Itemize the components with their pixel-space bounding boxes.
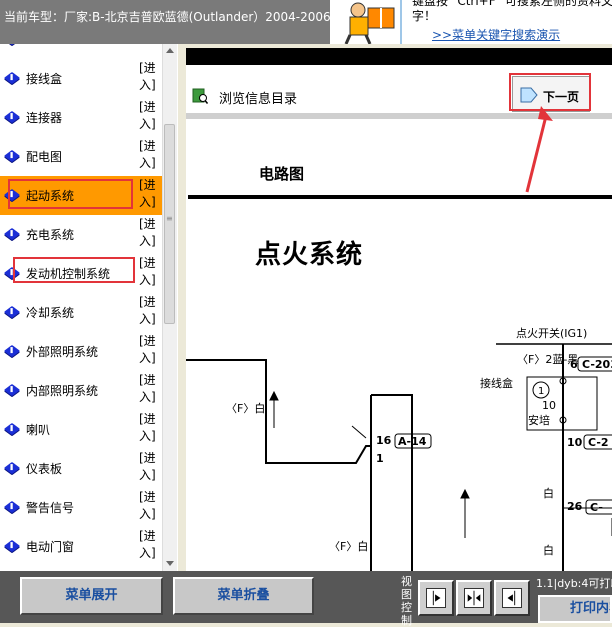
scrollbar-thumb[interactable] xyxy=(164,124,175,324)
menu-diamond-icon xyxy=(3,539,21,553)
view-split-icon xyxy=(464,588,484,608)
sidebar-item-label: 连接器 xyxy=(26,111,63,125)
sidebar-item-enter-link[interactable]: [进 入] xyxy=(139,411,161,445)
sidebar-item-label: 接线盒 xyxy=(26,72,63,86)
sidebar-item-label: 外部照明系统 xyxy=(26,345,99,359)
wiring-diagram: 点火开关(IG1) 〈F〉2蓝-黑 6 C-203 接线盒 1 10 安培 10… xyxy=(186,326,612,571)
sidebar-item-label: 警告信号 xyxy=(26,501,75,515)
sidebar-item-enter-link[interactable]: [进 入] xyxy=(139,216,161,250)
sidebar-item-enter-link[interactable]: [进 入] xyxy=(139,255,161,289)
highlight-box xyxy=(8,179,133,209)
current-car-title: 当前车型：厂家:B-北京吉普欧蓝德(Outlander）2004-2006 xyxy=(4,10,330,24)
sidebar-item-enter-link[interactable]: [进 入] xyxy=(139,138,161,172)
view-left-icon xyxy=(426,588,446,608)
sidebar-item-label: 内部照明系统 xyxy=(26,384,99,398)
document-viewer: 浏览信息目录 下一页 电路图 点火系统 点火开关(IG1) 〈F〉2蓝-黑 6 … xyxy=(186,48,612,571)
sidebar-item-enter-link[interactable]: [进 入] xyxy=(139,372,161,406)
sidebar-item-label: 仪表板 xyxy=(26,462,63,476)
label-pin-1: 1 xyxy=(376,452,384,465)
label-fuse-unit: 安培 xyxy=(528,413,550,427)
sidebar-item-enter-link[interactable]: [进 入] xyxy=(139,489,161,523)
menu-diamond-icon xyxy=(3,461,21,475)
label-pin-16: 16 xyxy=(376,434,392,447)
menu-diamond-icon xyxy=(3,422,21,436)
menu-expand-button[interactable]: 菜单展开 xyxy=(20,577,163,615)
sidebar-item[interactable]: 冷却系统 [进 入] xyxy=(0,293,162,332)
sidebar-item-enter-link[interactable]: [进 入] xyxy=(139,294,161,328)
view-split-button[interactable] xyxy=(456,580,492,616)
menu-collapse-button[interactable]: 菜单折叠 xyxy=(173,577,314,615)
sidebar-item[interactable]: 内部照明系统 [进 入] xyxy=(0,371,162,410)
label-fuse-num: 1 xyxy=(538,386,544,397)
menu-diamond-icon xyxy=(3,344,21,358)
view-right-icon xyxy=(502,588,522,608)
scroll-up-icon[interactable] xyxy=(164,46,176,54)
sidebar-item-label: 冷却系统 xyxy=(26,306,75,320)
sidebar-scrollbar[interactable]: ≡ xyxy=(162,44,177,571)
menu-diamond-icon xyxy=(3,227,21,241)
sidebar-item-label: 电动门窗 xyxy=(26,540,75,554)
sidebar-item-enter-link[interactable]: [进 入] xyxy=(139,528,161,562)
sidebar-item-label: 充电系统 xyxy=(26,228,75,242)
menu-sidebar: 接线盒 [进 入] 连接器 [进 入] 配电图 [进 入] 起动系统 [进 入] 充电系统 [进 入] 发动机… xyxy=(0,44,178,571)
scroll-down-icon[interactable] xyxy=(164,560,176,568)
sidebar-item[interactable]: 电动门窗 [进 入] xyxy=(0,527,162,566)
label-conn-a14: A-14 xyxy=(398,435,427,448)
sidebar-item-label: 喇叭 xyxy=(26,423,51,437)
menu-diamond-icon xyxy=(3,71,21,85)
sidebar-item[interactable]: 连接器 [进 入] xyxy=(0,98,162,137)
print-content-button[interactable]: 打印内容 xyxy=(538,595,612,623)
label-conn-c: C- xyxy=(590,501,603,514)
status-text: 1.1|dyb:4可打印 xyxy=(536,577,612,590)
view-left-button[interactable] xyxy=(418,580,454,616)
view-right-button[interactable] xyxy=(494,580,530,616)
label-conn-c2: C-2 xyxy=(588,436,609,449)
sidebar-item[interactable]: 充电系统 [进 入] xyxy=(0,215,162,254)
highlight-box xyxy=(13,257,135,283)
sidebar-item[interactable]: 警告信号 [进 入] xyxy=(0,488,162,527)
sidebar-item-label: 配电图 xyxy=(26,150,63,164)
search-demo-link[interactable]: >>菜单关键字搜索演示 xyxy=(432,26,560,43)
label-white: 白 xyxy=(543,486,554,500)
label-pin-26: 26 xyxy=(567,500,583,513)
sidebar-item-enter-link[interactable]: [进 入] xyxy=(139,60,161,94)
sidebar-item-enter-link[interactable]: [进 入] xyxy=(139,99,161,133)
bottom-bar: 菜单展开 菜单折叠 视图控制 1.1|dyb:4可打印 打印内容 xyxy=(0,571,612,627)
scrollbar-grip-icon: ≡ xyxy=(166,214,173,223)
search-help-text: 键盘按 "Ctrl+F" 可搜索左侧的资料文字！ xyxy=(412,0,612,23)
help-box: 键盘按 "Ctrl+F" 可搜索左侧的资料文字！ >>菜单关键字搜索演示 xyxy=(400,0,612,44)
label-conn-c203: C-203 xyxy=(582,358,612,371)
menu-diamond-icon xyxy=(3,149,21,163)
header-bar: 当前车型：厂家:B-北京吉普欧蓝德(Outlander）2004-2006 键盘… xyxy=(0,0,612,44)
label-white-2: 白 xyxy=(543,543,554,557)
sidebar-item[interactable]: 接线盒 [进 入] xyxy=(0,59,162,98)
view-control-label: 视图控制 xyxy=(401,575,412,627)
mascot-image xyxy=(330,0,400,44)
menu-diamond-icon xyxy=(3,110,21,124)
sidebar-item[interactable]: 喇叭 [进 入] xyxy=(0,410,162,449)
menu-diamond-icon xyxy=(3,383,21,397)
label-fuse-amp: 10 xyxy=(542,399,556,412)
menu-diamond-icon xyxy=(3,44,21,46)
sidebar-item-enter-link[interactable]: [进 入] xyxy=(139,450,161,484)
sidebar-item[interactable]: 仪表板 [进 入] xyxy=(0,449,162,488)
sidebar-item[interactable]: 配电图 [进 入] xyxy=(0,137,162,176)
label-wire-white-f: 〈F〉白 xyxy=(226,401,265,415)
menu-diamond-icon xyxy=(3,305,21,319)
sidebar-item-enter-link[interactable]: [进 入] xyxy=(139,333,161,367)
label-pin-6: 6 xyxy=(570,358,578,371)
sidebar-item-partial[interactable] xyxy=(0,44,162,59)
label-pin-10: 10 xyxy=(567,436,583,449)
sidebar-item[interactable]: 外部照明系统 [进 入] xyxy=(0,332,162,371)
sidebar-item-enter-link[interactable]: [进 入] xyxy=(139,177,161,211)
label-junction-box: 接线盒 xyxy=(480,376,513,390)
label-wire-white-f2: 〈F〉白 xyxy=(329,539,368,553)
label-ignition-switch: 点火开关(IG1) xyxy=(516,326,587,340)
menu-diamond-icon xyxy=(3,500,21,514)
